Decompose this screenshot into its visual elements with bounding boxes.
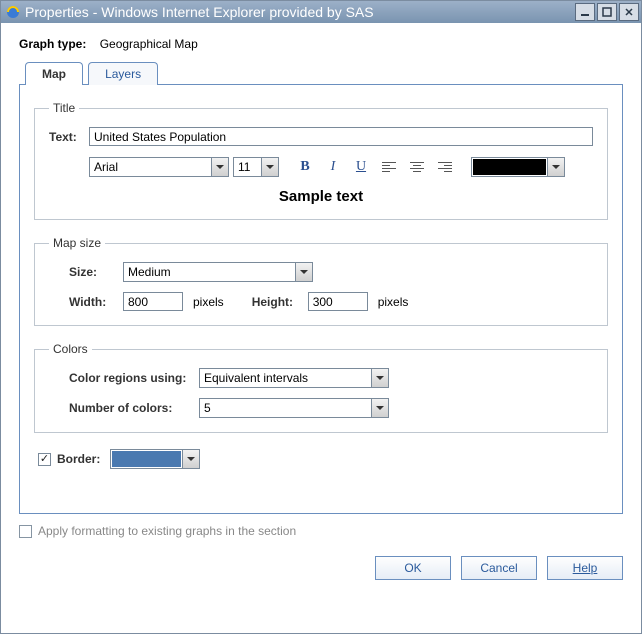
font-size-value: 11	[234, 158, 261, 176]
size-select[interactable]: Medium	[123, 262, 313, 282]
underline-button[interactable]: U	[349, 156, 373, 178]
chevron-down-icon	[547, 158, 564, 176]
font-family-value: Arial	[90, 158, 211, 176]
graph-type-value: Geographical Map	[100, 37, 198, 51]
align-right-icon	[438, 162, 452, 172]
border-label: Border:	[57, 452, 100, 466]
chevron-down-icon	[371, 369, 388, 387]
text-color-select[interactable]	[471, 157, 565, 177]
num-colors-value: 5	[200, 399, 371, 417]
align-left-icon	[382, 162, 396, 172]
chevron-down-icon	[211, 158, 228, 176]
bold-button[interactable]: B	[293, 156, 317, 178]
height-pixels-label: pixels	[378, 295, 409, 309]
align-left-button[interactable]	[377, 156, 401, 178]
font-size-select[interactable]: 11	[233, 157, 279, 177]
content-area: Graph type: Geographical Map Map Layers …	[1, 23, 641, 633]
chevron-down-icon	[295, 263, 312, 281]
num-colors-label: Number of colors:	[69, 401, 199, 415]
close-button[interactable]	[619, 3, 639, 21]
maximize-button[interactable]	[597, 3, 617, 21]
minimize-button[interactable]	[575, 3, 595, 21]
colors-legend: Colors	[49, 342, 92, 356]
properties-window: Properties - Windows Internet Explorer p…	[0, 0, 642, 634]
graph-type-label: Graph type:	[19, 37, 86, 51]
tab-layers[interactable]: Layers	[88, 62, 158, 85]
align-center-icon	[410, 162, 424, 172]
tab-panel-map: Title Text: Arial 11	[19, 84, 623, 514]
window-title: Properties - Windows Internet Explorer p…	[25, 4, 573, 20]
tab-map[interactable]: Map	[25, 62, 83, 85]
color-regions-value: Equivalent intervals	[200, 369, 371, 387]
graph-type-row: Graph type: Geographical Map	[19, 37, 623, 51]
width-pixels-label: pixels	[193, 295, 224, 309]
ie-favicon	[5, 4, 21, 20]
border-row: Border:	[38, 449, 608, 469]
format-toolbar: Arial 11 B I U	[89, 156, 565, 178]
sample-text: Sample text	[49, 188, 593, 205]
height-label: Height:	[252, 295, 308, 309]
apply-formatting-row: Apply formatting to existing graphs in t…	[19, 524, 623, 538]
title-text-label: Text:	[49, 130, 89, 144]
tab-strip: Map Layers	[25, 61, 623, 84]
title-legend: Title	[49, 101, 79, 115]
cancel-button[interactable]: Cancel	[461, 556, 537, 580]
chevron-down-icon	[182, 450, 199, 468]
height-input[interactable]	[308, 292, 368, 311]
width-input[interactable]	[123, 292, 183, 311]
num-colors-select[interactable]: 5	[199, 398, 389, 418]
text-color-swatch	[473, 159, 546, 175]
size-label: Size:	[69, 265, 123, 279]
border-color-select[interactable]	[110, 449, 200, 469]
size-value: Medium	[124, 263, 295, 281]
apply-formatting-label: Apply formatting to existing graphs in t…	[38, 524, 296, 538]
title-fieldset: Title Text: Arial 11	[34, 101, 608, 220]
help-button[interactable]: Help	[547, 556, 623, 580]
width-label: Width:	[69, 295, 123, 309]
footer-buttons: OK Cancel Help	[19, 556, 623, 580]
chevron-down-icon	[371, 399, 388, 417]
colors-fieldset: Colors Color regions using: Equivalent i…	[34, 342, 608, 433]
align-center-button[interactable]	[405, 156, 429, 178]
titlebar: Properties - Windows Internet Explorer p…	[1, 1, 641, 23]
map-size-fieldset: Map size Size: Medium Width: pixels Heig…	[34, 236, 608, 326]
color-regions-label: Color regions using:	[69, 371, 199, 385]
ok-button[interactable]: OK	[375, 556, 451, 580]
align-right-button[interactable]	[433, 156, 457, 178]
border-color-swatch	[112, 451, 181, 467]
title-text-input[interactable]	[89, 127, 593, 146]
italic-button[interactable]: I	[321, 156, 345, 178]
font-family-select[interactable]: Arial	[89, 157, 229, 177]
chevron-down-icon	[261, 158, 278, 176]
apply-formatting-checkbox[interactable]	[19, 525, 32, 538]
map-size-legend: Map size	[49, 236, 105, 250]
color-regions-select[interactable]: Equivalent intervals	[199, 368, 389, 388]
border-checkbox[interactable]	[38, 453, 51, 466]
